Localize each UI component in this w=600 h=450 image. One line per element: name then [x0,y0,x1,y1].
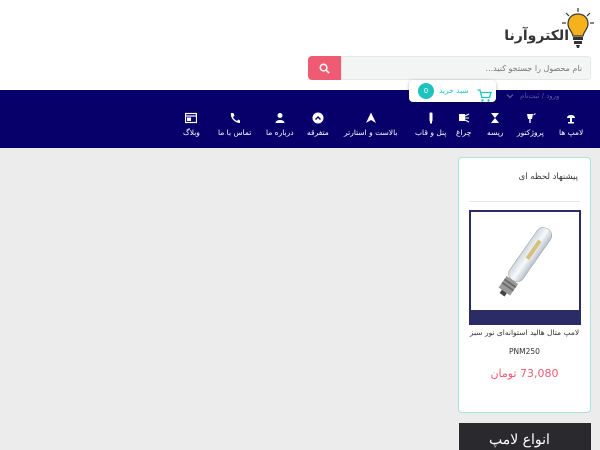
cart-label: سبد خرید [439,86,469,95]
menu-item-floodlight[interactable]: پروژکتور [517,112,544,142]
shopping-cart-icon [477,89,492,102]
banner-text: انواع لامپ [489,432,550,448]
chevron-down-icon[interactable] [505,91,515,101]
search-input[interactable] [341,56,591,80]
ballast-icon [365,112,376,123]
menu-item-fixture[interactable]: چراغ [456,112,471,142]
product-code: PNM250 [509,347,540,356]
menu-item-ballast[interactable]: بالاست و استارتر [344,112,397,142]
product-image[interactable] [469,210,581,325]
search-button[interactable] [308,56,341,80]
main-navbar: ورود / ثبت‌نام [0,90,600,148]
logo-text: الکتروآرنا [504,28,569,44]
menu-label: پروژکتور [517,128,544,137]
special-offer-panel: پیشنهاد لحظه ای لامپ متال هالید استوانه‌… [458,157,591,413]
menu-label: ریسه [487,128,504,137]
person-icon [275,113,285,123]
tube-icon [429,112,433,124]
hourglass-icon [491,113,500,123]
product-name[interactable]: لامپ متال هالید استوانه‌ای نور سبز [467,328,582,337]
menu-label: متفرقه [307,128,329,137]
category-banner[interactable]: انواع لامپ [459,423,591,450]
cart-count-badge: 0 [418,83,434,99]
menu-item-blog[interactable]: وبلاگ [183,112,200,142]
site-logo[interactable]: الکتروآرنا [504,8,594,54]
search-icon [319,63,330,74]
menu-label: وبلاگ [183,128,200,137]
menu-label: پنل و قاب [415,128,447,137]
menu-item-panel[interactable]: پنل و قاب [415,112,446,142]
menu-item-contact[interactable]: تماس با ما [218,112,251,142]
product-price: 73,080 تومان [490,367,559,380]
blog-icon [185,112,198,124]
menu-label: درباره ما [266,128,294,137]
floodlight-icon [527,113,537,123]
menu-item-about[interactable]: درباره ما [266,112,294,142]
product-image-footer [471,310,579,323]
menu-label: تماس با ما [218,128,252,137]
menu-item-misc[interactable]: متفرقه [307,112,329,142]
menu-item-string-lights[interactable]: ریسه [487,112,503,142]
lamp-icon [567,115,576,124]
cart-button[interactable]: 0 سبد خرید [409,80,496,102]
menu-label: چراغ [456,128,472,137]
menu-label: لامپ ها [559,128,584,137]
lightbulb-icon [562,8,594,48]
search-bar [308,56,591,80]
site-header: الکتروآرنا [0,0,600,90]
menu-item-lamps[interactable]: لامپ ها [559,112,583,142]
login-register-link[interactable]: ورود / ثبت‌نام [520,92,559,100]
panel-title: پیشنهاد لحظه ای [518,172,578,182]
spotlight-icon [458,113,469,123]
metal-halide-lamp-image [498,227,553,297]
menu-label: بالاست و استارتر [344,128,398,137]
divider [469,201,580,202]
circle-chevron-icon [312,112,324,124]
phone-icon [230,113,240,123]
